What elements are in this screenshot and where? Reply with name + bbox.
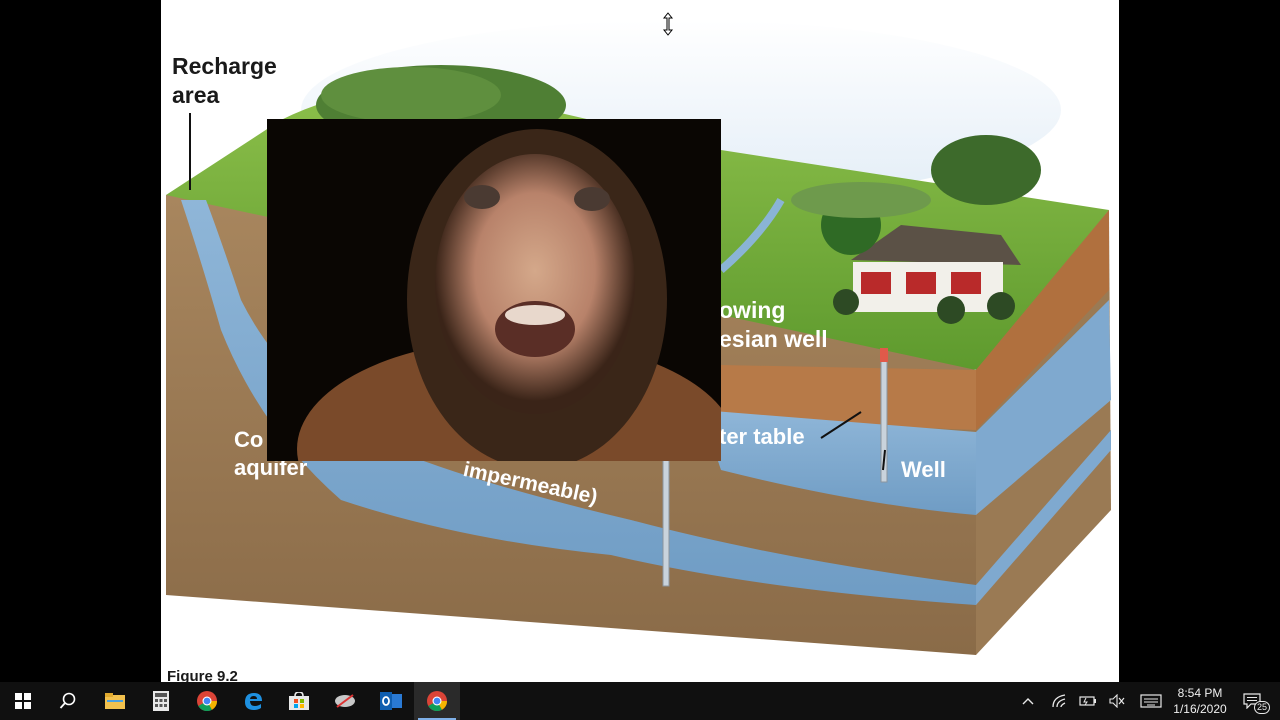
outlook-icon [380,692,402,710]
start-button[interactable] [0,682,46,720]
search-icon [59,692,76,709]
store-button[interactable] [276,682,322,720]
outlook-button[interactable] [368,682,414,720]
snipping-tool-button[interactable] [322,682,368,720]
recharge-area-label: Recharge area [172,53,277,108]
edge-icon [245,693,262,710]
file-explorer-button[interactable] [92,682,138,720]
webcam-overlay [267,119,721,461]
system-clock[interactable]: 8:54 PM 1/16/2020 [1168,685,1232,717]
snip-icon [335,694,355,708]
calculator-button[interactable] [138,682,184,720]
action-center-button[interactable]: 25 [1236,682,1271,720]
volume-muted-icon [1109,694,1125,708]
figure-caption: Figure 9.2 [167,668,238,682]
well-label: Well [901,457,946,482]
webcam-feed [267,119,721,461]
store-icon [289,692,309,710]
calculator-icon [153,691,169,711]
clock-date: 1/16/2020 [1173,702,1227,716]
folder-icon [105,693,125,709]
battery-icon [1079,696,1096,706]
volume-button[interactable] [1105,682,1129,720]
chevron-up-icon [1022,698,1034,705]
keyboard-icon [1140,694,1162,708]
taskbar: 8:54 PM 1/16/2020 25 [0,682,1280,720]
show-hidden-icons-button[interactable] [1016,682,1040,720]
flowing-artesian-well-label: owing esian well [719,297,828,352]
touch-keyboard-button[interactable] [1136,682,1166,720]
windows-logo-icon [15,693,31,709]
wifi-icon [1052,694,1066,708]
chrome-icon [427,691,447,711]
search-button[interactable] [45,682,91,720]
chrome-active-button[interactable] [414,682,460,720]
water-table-label: ter table [719,424,805,449]
network-button[interactable] [1047,682,1071,720]
chrome-button[interactable] [184,682,230,720]
edge-button[interactable] [230,682,276,720]
notification-count-badge: 25 [1254,701,1271,714]
chrome-icon [197,691,217,711]
clock-time: 8:54 PM [1177,686,1223,700]
resize-cursor-icon [662,12,674,36]
battery-button[interactable] [1076,682,1100,720]
